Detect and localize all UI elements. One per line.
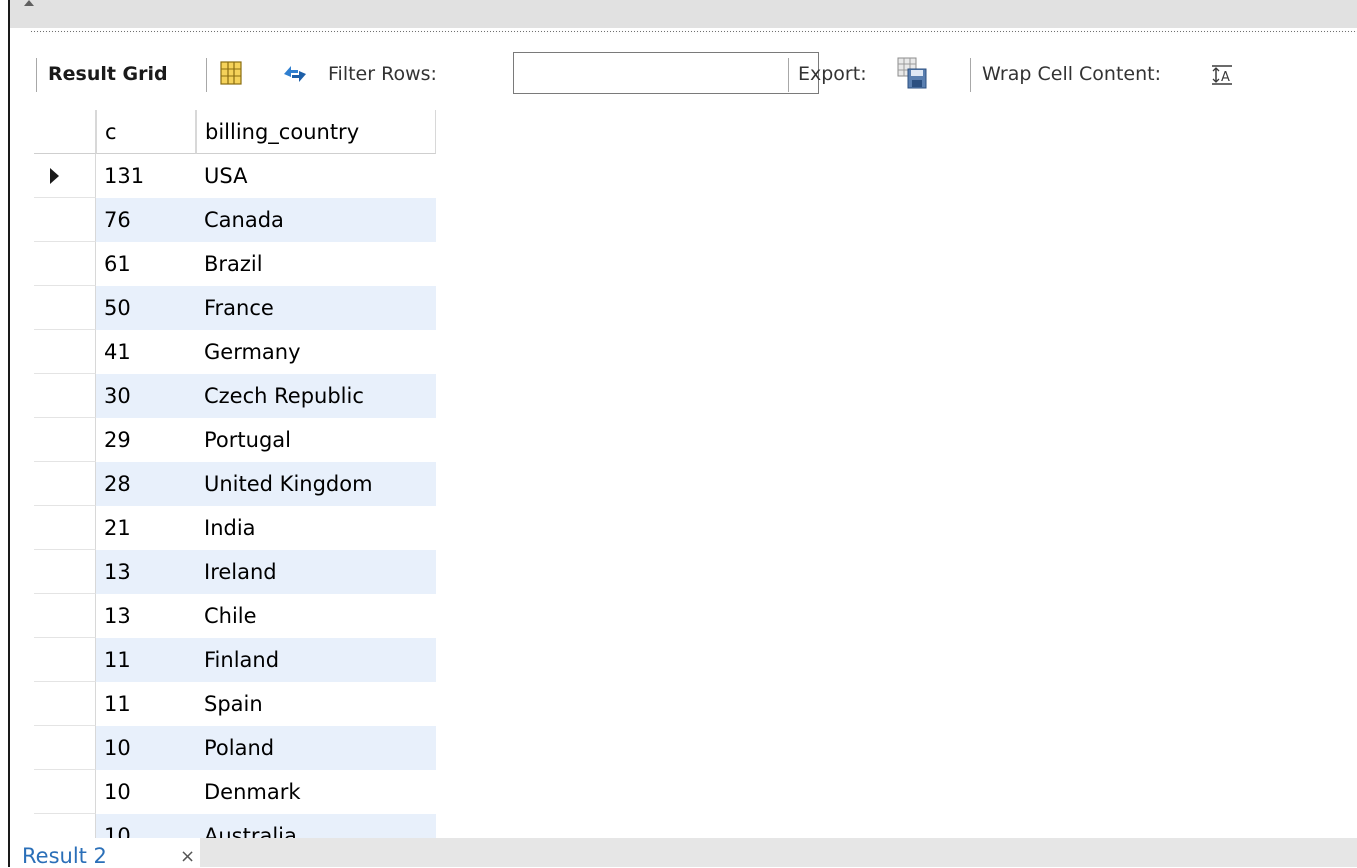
cell-c[interactable]: 30 (96, 374, 196, 418)
column-header-billing-country[interactable]: billing_country (196, 110, 436, 154)
cell-billing-country[interactable]: Denmark (196, 770, 436, 814)
table-row[interactable]: 10 Poland (34, 726, 436, 770)
toolbar-separator (36, 58, 37, 92)
cell-c[interactable]: 50 (96, 286, 196, 330)
wrap-cell-content-label: Wrap Cell Content: (982, 63, 1162, 85)
export-label: Export: (798, 63, 867, 85)
table-row[interactable]: 30 Czech Republic (34, 374, 436, 418)
cell-c[interactable]: 11 (96, 682, 196, 726)
cell-c[interactable]: 21 (96, 506, 196, 550)
table-row[interactable]: 13 Chile (34, 594, 436, 638)
row-header[interactable] (34, 462, 96, 506)
row-header[interactable] (34, 814, 96, 840)
cell-billing-country[interactable]: India (196, 506, 436, 550)
row-header[interactable] (34, 330, 96, 374)
filter-rows-input[interactable] (513, 52, 819, 94)
cell-billing-country[interactable]: Spain (196, 682, 436, 726)
row-header[interactable] (34, 374, 96, 418)
cell-billing-country[interactable]: USA (196, 154, 436, 198)
cell-billing-country[interactable]: Czech Republic (196, 374, 436, 418)
cell-billing-country[interactable]: Germany (196, 330, 436, 374)
cell-billing-country[interactable]: Ireland (196, 550, 436, 594)
cell-c[interactable]: 131 (96, 154, 196, 198)
column-header-c[interactable]: c (96, 110, 196, 154)
row-header-corner (34, 110, 96, 154)
cell-c[interactable]: 61 (96, 242, 196, 286)
table-row[interactable]: 61 Brazil (34, 242, 436, 286)
cell-billing-country[interactable]: Canada (196, 198, 436, 242)
current-row-arrow-icon (50, 168, 59, 184)
row-header[interactable] (34, 418, 96, 462)
row-header[interactable] (34, 154, 96, 198)
table-row[interactable]: 11 Finland (34, 638, 436, 682)
grid-header-row: c billing_country (34, 110, 436, 154)
row-header[interactable] (34, 198, 96, 242)
table-row[interactable]: 21 India (34, 506, 436, 550)
bottom-tab-bar (200, 838, 1357, 867)
table-row[interactable]: 10 Australia (34, 814, 436, 840)
cell-billing-country[interactable]: France (196, 286, 436, 330)
svg-text:A: A (1221, 70, 1230, 85)
table-row[interactable]: 13 Ireland (34, 550, 436, 594)
table-row[interactable]: 41 Germany (34, 330, 436, 374)
result-grid: c billing_country 131 USA 76 Canada 61 Brazil… (34, 110, 436, 840)
wrap-text-icon[interactable]: A (1210, 64, 1234, 86)
cell-billing-country[interactable]: Brazil (196, 242, 436, 286)
cell-billing-country[interactable]: Chile (196, 594, 436, 638)
table-row[interactable]: 29 Portugal (34, 418, 436, 462)
row-header[interactable] (34, 550, 96, 594)
row-header[interactable] (34, 594, 96, 638)
toolbar-separator (970, 58, 971, 92)
row-header[interactable] (34, 242, 96, 286)
cell-billing-country[interactable]: United Kingdom (196, 462, 436, 506)
table-row[interactable]: 50 France (34, 286, 436, 330)
toolbar-separator (206, 58, 207, 92)
export-save-icon[interactable] (896, 56, 928, 90)
cell-c[interactable]: 10 (96, 814, 196, 840)
table-row[interactable]: 10 Denmark (34, 770, 436, 814)
toolbar-separator (788, 58, 789, 92)
row-header[interactable] (34, 506, 96, 550)
cell-c[interactable]: 28 (96, 462, 196, 506)
cell-c[interactable]: 13 (96, 594, 196, 638)
table-row[interactable]: 11 Spain (34, 682, 436, 726)
cell-billing-country[interactable]: Finland (196, 638, 436, 682)
row-header[interactable] (34, 726, 96, 770)
close-icon[interactable]: × (180, 846, 195, 867)
tab-label: Result 2 (22, 844, 107, 868)
cell-c[interactable]: 29 (96, 418, 196, 462)
cell-c[interactable]: 13 (96, 550, 196, 594)
tab-result-2[interactable]: Result 2 × (10, 838, 200, 868)
filter-rows-label: Filter Rows: (328, 63, 437, 85)
cell-c[interactable]: 11 (96, 638, 196, 682)
scroll-up-arrow-icon[interactable] (24, 0, 34, 6)
cell-billing-country[interactable]: Australia (196, 814, 436, 840)
cell-c[interactable]: 76 (96, 198, 196, 242)
row-header[interactable] (34, 286, 96, 330)
table-row[interactable]: 28 United Kingdom (34, 462, 436, 506)
row-header[interactable] (34, 682, 96, 726)
cell-c[interactable]: 10 (96, 770, 196, 814)
panel-splitter[interactable] (30, 30, 1357, 34)
horizontal-scrollbar[interactable] (10, 0, 1357, 28)
cell-c[interactable]: 41 (96, 330, 196, 374)
cell-billing-country[interactable]: Poland (196, 726, 436, 770)
row-header[interactable] (34, 770, 96, 814)
row-header[interactable] (34, 638, 96, 682)
result-toolbar: Result Grid Filter Rows: Export: Wrap Ce… (36, 52, 1336, 98)
table-row[interactable]: 76 Canada (34, 198, 436, 242)
refresh-icon[interactable] (280, 60, 310, 88)
grid-layout-icon[interactable] (218, 60, 244, 86)
table-row[interactable]: 131 USA (34, 154, 436, 198)
result-grid-button[interactable]: Result Grid (48, 63, 168, 85)
cell-c[interactable]: 10 (96, 726, 196, 770)
cell-billing-country[interactable]: Portugal (196, 418, 436, 462)
